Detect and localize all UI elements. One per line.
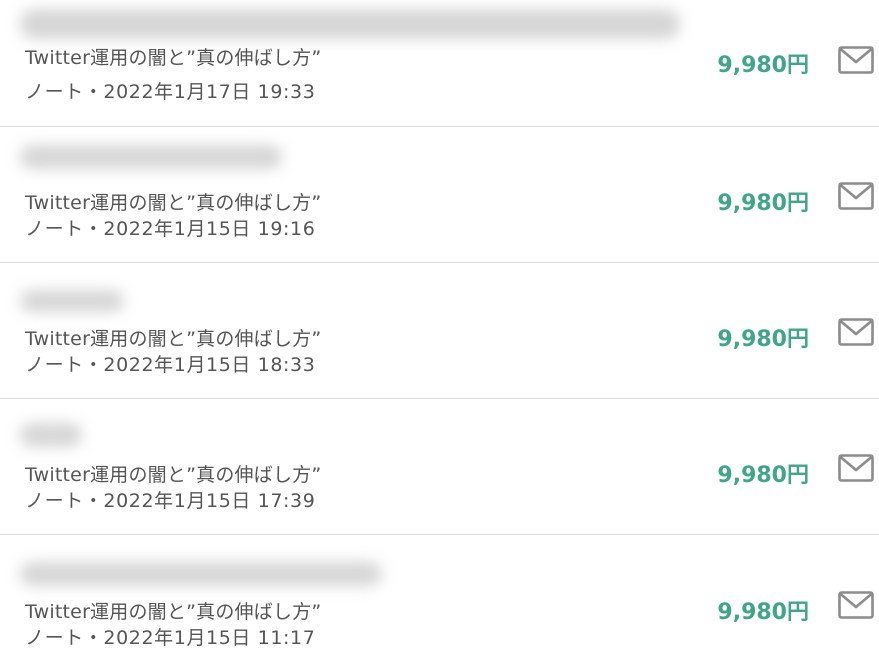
item-meta: ノート・2022年1月17日 19:33 <box>25 81 316 103</box>
item-price: 9,980円 <box>717 191 809 216</box>
item-title: Twitter運用の闇と”真の伸ばし方” <box>25 601 322 623</box>
item-title: Twitter運用の闇と”真の伸ばし方” <box>25 464 322 486</box>
item-title: Twitter運用の闇と”真の伸ばし方” <box>25 47 322 69</box>
list-item[interactable]: Twitter運用の闇と”真の伸ばし方” ノート・2022年1月15日 17:3… <box>0 399 879 535</box>
list-item[interactable]: Twitter運用の闇と”真の伸ばし方” ノート・2022年1月17日 19:3… <box>0 0 879 127</box>
sales-list: Twitter運用の闇と”真の伸ばし方” ノート・2022年1月17日 19:3… <box>0 0 879 670</box>
list-item[interactable]: Twitter運用の闇と”真の伸ばし方” ノート・2022年1月15日 18:3… <box>0 263 879 399</box>
redacted-username <box>20 423 82 447</box>
list-item[interactable]: Twitter運用の闇と”真の伸ばし方” ノート・2022年1月15日 11:1… <box>0 536 879 670</box>
list-item[interactable]: Twitter運用の闇と”真の伸ばし方” ノート・2022年1月15日 19:1… <box>0 127 879 263</box>
mail-icon[interactable] <box>838 182 874 210</box>
item-meta: ノート・2022年1月15日 18:33 <box>25 354 316 376</box>
mail-icon[interactable] <box>838 591 874 619</box>
item-price: 9,980円 <box>717 327 809 352</box>
item-meta: ノート・2022年1月15日 11:17 <box>25 627 316 649</box>
mail-icon[interactable] <box>838 454 874 482</box>
item-price: 9,980円 <box>717 600 809 625</box>
redacted-username <box>20 9 680 39</box>
redacted-username <box>20 145 282 169</box>
item-title: Twitter運用の闇と”真の伸ばし方” <box>25 192 322 214</box>
item-title: Twitter運用の闇と”真の伸ばし方” <box>25 328 322 350</box>
item-meta: ノート・2022年1月15日 19:16 <box>25 218 316 240</box>
item-price: 9,980円 <box>717 463 809 488</box>
item-price: 9,980円 <box>717 53 809 78</box>
redacted-username <box>20 562 382 586</box>
redacted-username <box>20 290 124 312</box>
item-meta: ノート・2022年1月15日 17:39 <box>25 490 316 512</box>
mail-icon[interactable] <box>838 46 874 74</box>
mail-icon[interactable] <box>838 318 874 346</box>
